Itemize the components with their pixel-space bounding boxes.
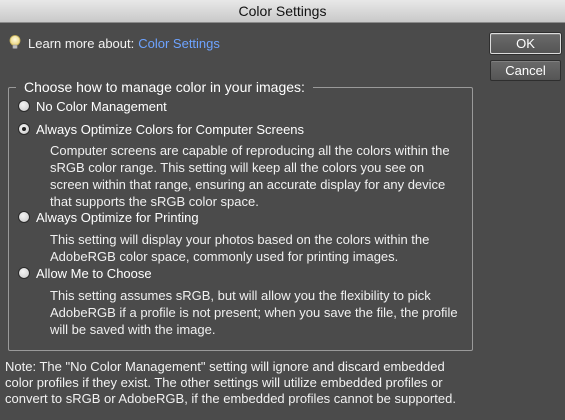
radio-button[interactable] <box>18 100 30 112</box>
radio-button[interactable] <box>18 211 30 223</box>
option-description-screens: Computer screens are capable of reproduc… <box>50 143 450 209</box>
radio-option-optimize-printing[interactable]: Always Optimize for Printing <box>18 209 199 225</box>
radio-option-label: Always Optimize for Printing <box>36 209 199 225</box>
cancel-button[interactable]: Cancel <box>490 60 561 81</box>
color-settings-help-link[interactable]: Color Settings <box>138 36 220 51</box>
radio-option-optimize-screens[interactable]: Always Optimize Colors for Computer Scre… <box>18 121 304 137</box>
group-legend: Choose how to manage color in your image… <box>16 78 313 96</box>
radio-option-allow-choose[interactable]: Allow Me to Choose <box>18 265 152 281</box>
window-title: Color Settings <box>0 0 565 23</box>
radio-option-label: No Color Management <box>36 98 167 114</box>
learn-more-row: Learn more about: Color Settings <box>8 33 220 53</box>
option-description-printing: This setting will display your photos ba… <box>50 232 430 264</box>
learn-more-label: Learn more about: <box>28 35 135 51</box>
radio-option-label: Always Optimize Colors for Computer Scre… <box>36 121 305 137</box>
note-text: Note: The "No Color Management" setting … <box>5 359 456 406</box>
lightbulb-icon <box>8 34 22 52</box>
ok-button[interactable]: OK <box>490 33 561 54</box>
radio-option-no-color-management[interactable]: No Color Management <box>18 98 167 114</box>
radio-button[interactable] <box>18 267 30 279</box>
radio-option-label: Allow Me to Choose <box>36 265 152 281</box>
option-description-choose: This setting assumes sRGB, but will allo… <box>50 288 458 337</box>
radio-button-selected[interactable] <box>18 123 30 135</box>
